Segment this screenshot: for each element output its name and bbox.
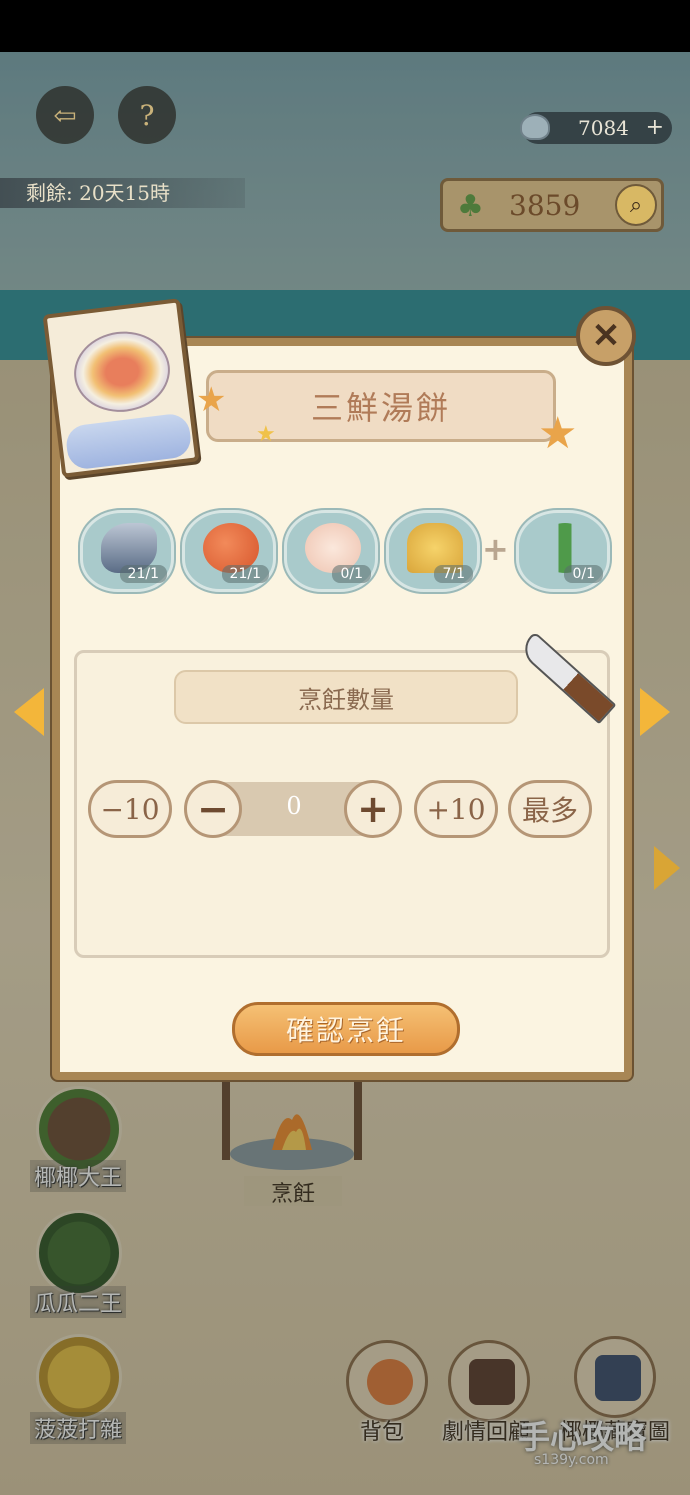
help-icon: ?	[139, 98, 155, 132]
ingredient-count: 21/1	[221, 565, 269, 583]
recipe-card	[42, 298, 200, 478]
palm-tree-icon: ♣	[457, 189, 484, 224]
ingredient-count: 7/1	[434, 565, 473, 583]
previous-recipe-arrow[interactable]	[14, 688, 44, 736]
scroll-right-arrow[interactable]	[654, 846, 680, 890]
ingredient-count: 21/1	[119, 565, 167, 583]
next-recipe-arrow[interactable]	[640, 688, 670, 736]
help-button[interactable]: ?	[118, 86, 176, 144]
minus-10-button[interactable]: −10	[88, 780, 172, 838]
ingredient-count: 0/1	[564, 565, 603, 583]
ingredient-scallion[interactable]: 0/1	[516, 510, 610, 592]
search-button[interactable]: ⌕	[615, 184, 657, 226]
starfish-icon: ★	[196, 380, 227, 420]
status-bar	[0, 0, 690, 52]
ingredient-shrimp[interactable]: 21/1	[182, 510, 276, 592]
ingredient-count: 0/1	[332, 565, 371, 583]
plus-10-button[interactable]: +10	[414, 780, 498, 838]
ingredient-wheat[interactable]: 7/1	[386, 510, 480, 592]
max-button[interactable]: 最多	[508, 780, 592, 838]
ingredient-chicken[interactable]: 0/1	[284, 510, 378, 592]
quantity-label: 烹飪數量	[174, 670, 518, 724]
starfish-icon: ★	[256, 422, 276, 447]
wave-decoration	[64, 412, 193, 471]
shell-count: 7084	[578, 116, 629, 140]
starfish-icon: ★	[538, 408, 578, 459]
close-button[interactable]: ✕	[576, 306, 636, 366]
shell-currency: 7084 +	[520, 112, 672, 144]
back-button[interactable]: ⇦	[36, 86, 94, 144]
increment-button[interactable]: +	[344, 780, 402, 838]
search-icon: ⌕	[629, 192, 643, 218]
confirm-cook-button[interactable]: 確認烹飪	[232, 1002, 460, 1056]
close-icon: ✕	[591, 316, 621, 356]
shell-icon	[520, 114, 550, 140]
plus-separator: +	[482, 530, 509, 568]
soup-bowl-icon	[69, 326, 175, 418]
coin-count: 3859	[509, 189, 581, 222]
quantity-stepper: 0 − +	[184, 780, 402, 838]
coin-currency: ♣ 3859 ⌕	[440, 178, 664, 232]
time-remaining: 剩餘: 20天15時	[0, 178, 245, 208]
recipe-title: 三鮮湯餅	[310, 389, 451, 427]
back-arrow-icon: ⇦	[53, 98, 77, 132]
decrement-button[interactable]: −	[184, 780, 242, 838]
ingredient-fish[interactable]: 21/1	[80, 510, 174, 592]
add-shells-button[interactable]: +	[646, 112, 664, 144]
